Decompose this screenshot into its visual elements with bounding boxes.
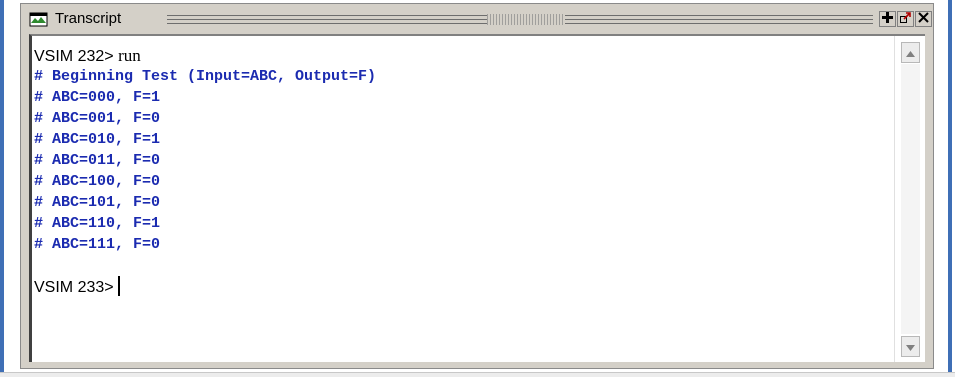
transcript-window-icon <box>29 11 49 28</box>
output-line: # ABC=100, F=0 <box>34 173 161 190</box>
current-prompt-label: VSIM 233> <box>34 279 114 296</box>
output-line: # ABC=111, F=0 <box>34 236 161 253</box>
current-prompt-line[interactable]: VSIM 233> <box>34 276 893 297</box>
vertical-scrollbar[interactable] <box>894 36 925 362</box>
title-grip-left <box>167 15 487 24</box>
page-frame-right <box>948 0 952 377</box>
scroll-track[interactable] <box>901 64 920 334</box>
scroll-up-button[interactable] <box>901 42 920 63</box>
page-frame-left <box>0 0 4 377</box>
arrow-down-icon <box>906 338 915 356</box>
window-title: Transcript <box>55 10 122 27</box>
text-cursor <box>117 276 120 296</box>
scroll-down-button[interactable] <box>901 336 920 357</box>
output-line: # Beginning Test (Input=ABC, Output=F) <box>34 68 377 85</box>
command-text: run <box>118 46 141 65</box>
output-line: # ABC=001, F=0 <box>34 110 161 127</box>
transcript-text-area[interactable]: VSIM 232> run # Beginning Test (Input=AB… <box>29 34 925 362</box>
page-bottom-strip <box>0 372 955 377</box>
title-bar[interactable]: Transcript <box>25 7 932 32</box>
output-line: # ABC=000, F=1 <box>34 89 161 106</box>
title-grip-right <box>565 15 873 24</box>
undock-icon <box>900 10 911 28</box>
transcript-window: Transcript VSIM 232> run # Beginning Tes… <box>20 3 934 369</box>
output-line: # ABC=010, F=1 <box>34 131 161 148</box>
close-button[interactable] <box>915 11 932 27</box>
add-pane-button[interactable] <box>879 11 896 27</box>
output-line: # ABC=011, F=0 <box>34 152 161 169</box>
command-line: VSIM 232> run <box>34 45 893 66</box>
prompt-label: VSIM 232> <box>34 48 114 65</box>
transcript-lines: VSIM 232> run # Beginning Test (Input=AB… <box>34 45 893 297</box>
drag-handle[interactable] <box>487 14 565 25</box>
output-line: # ABC=110, F=1 <box>34 215 161 232</box>
plus-icon <box>882 10 893 28</box>
arrow-up-icon <box>906 44 915 62</box>
output-line: # ABC=101, F=0 <box>34 194 161 211</box>
undock-button[interactable] <box>897 11 914 27</box>
close-icon <box>918 10 929 28</box>
